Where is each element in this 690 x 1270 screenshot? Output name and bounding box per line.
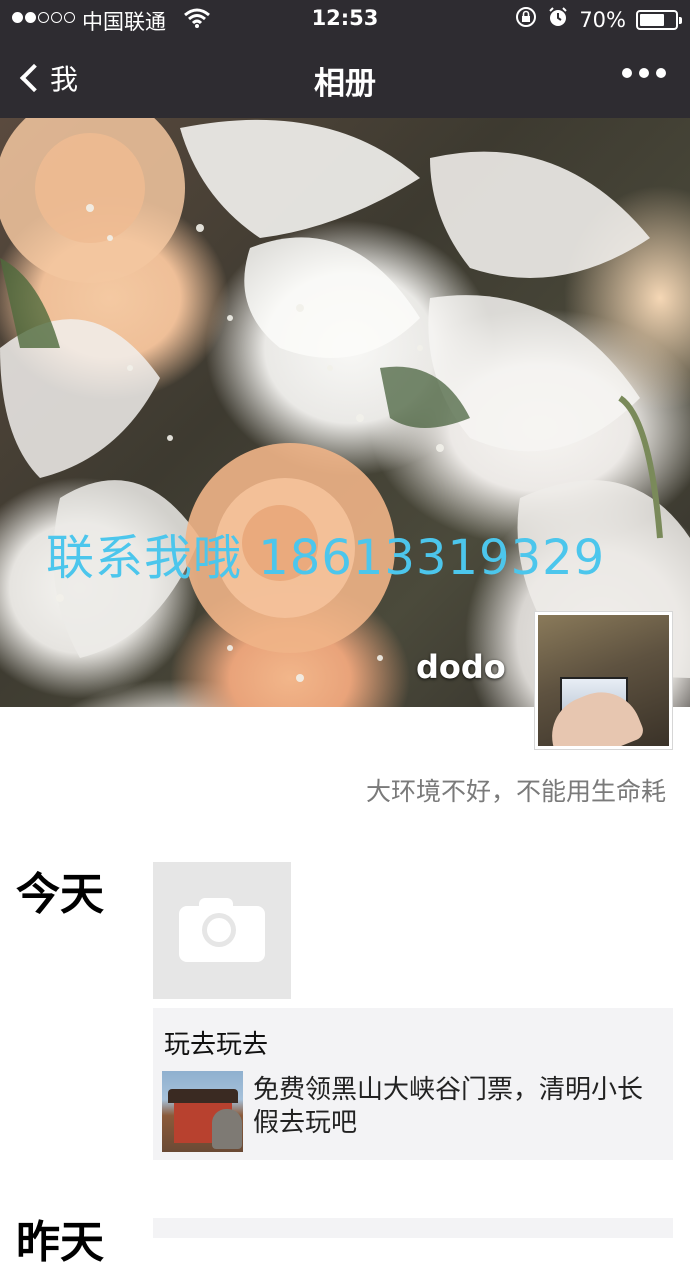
status-right-group: 70% (515, 6, 682, 33)
post-title: 玩去玩去 (164, 1030, 269, 1060)
avatar[interactable] (534, 611, 673, 750)
battery-icon (636, 9, 682, 30)
profile-signature: 大环境不好，不能用生命耗 (365, 777, 666, 806)
shared-post-card[interactable]: 玩去玩去 免费领黑山大峡谷门票，清明小长假去玩吧 (153, 1008, 673, 1160)
date-label-yesterday: 昨天 (16, 1217, 104, 1268)
battery-fill (640, 13, 664, 26)
date-label-today: 今天 (16, 869, 104, 920)
page-title: 相册 (314, 66, 376, 102)
more-button[interactable] (622, 68, 666, 78)
post-description: 免费领黑山大峡谷门票，清明小长假去玩吧 (253, 1075, 644, 1138)
battery-percent: 70% (579, 7, 626, 32)
username: dodo (416, 648, 506, 686)
cover-overlay-text: 联系我哦 18613319329 (46, 530, 606, 586)
more-dots-icon (622, 68, 632, 78)
next-post-card[interactable] (153, 1218, 673, 1238)
add-photo-button[interactable] (153, 862, 291, 999)
top-bar: 中国联通 12:53 70% 我 相册 (0, 0, 690, 118)
status-bar: 中国联通 12:53 70% (0, 0, 690, 38)
rotation-lock-icon (515, 6, 537, 33)
post-thumbnail (162, 1071, 243, 1152)
navigation-bar: 我 相册 (0, 38, 690, 118)
alarm-icon (547, 6, 569, 33)
